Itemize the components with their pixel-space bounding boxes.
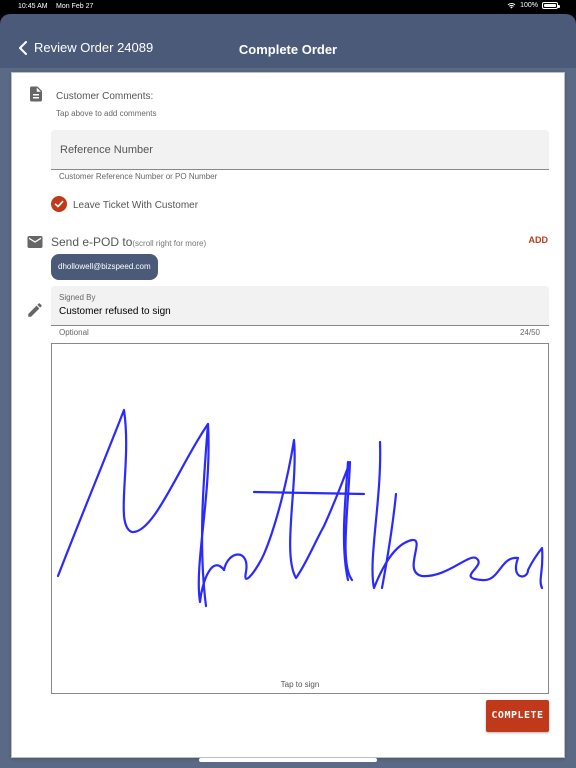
tap-to-sign-hint: Tap to sign (280, 680, 320, 689)
customer-comments-button[interactable]: Customer Comments: (56, 91, 153, 102)
checkmark-icon (54, 200, 64, 208)
send-epod-title: Send e-POD to(scroll right for more) (51, 235, 206, 249)
battery-icon (542, 2, 560, 9)
wifi-icon (507, 2, 516, 9)
home-indicator (199, 758, 377, 762)
comments-hint: Tap above to add comments (56, 109, 157, 118)
scroll-hint: (scroll right for more) (132, 239, 207, 248)
email-chip[interactable]: dhollowell@bizspeed.com (51, 254, 158, 280)
status-bar: 10:45 AM Mon Feb 27 100% (0, 0, 576, 14)
signed-by-value: Customer refused to sign (59, 306, 171, 317)
leave-ticket-checkbox[interactable] (51, 196, 67, 212)
status-indicators: 100% (507, 2, 560, 9)
send-epod-label: Send e-POD to (51, 235, 133, 249)
complete-button[interactable]: COMPLETE (486, 700, 549, 732)
reference-number-placeholder: Reference Number (60, 144, 153, 156)
navigation-bar: Review Order 24089 Complete Order (0, 14, 576, 68)
signed-by-helper: Optional (59, 328, 89, 337)
signature-drawing (56, 408, 544, 608)
reference-number-input[interactable]: Reference Number (51, 130, 549, 170)
signed-by-input[interactable]: Signed By Customer refused to sign (51, 286, 549, 326)
status-time: 10:45 AM (18, 3, 48, 10)
status-date: Mon Feb 27 (56, 3, 94, 10)
signature-pad[interactable]: Tap to sign (51, 343, 549, 694)
pencil-icon (28, 303, 42, 317)
signed-by-counter: 24/50 (519, 328, 540, 337)
battery-percent: 100% (520, 2, 538, 9)
document-icon (30, 86, 42, 102)
signed-by-label: Signed By (59, 293, 96, 302)
leave-ticket-label: Leave Ticket With Customer (73, 200, 199, 211)
add-email-button[interactable]: ADD (529, 235, 549, 245)
page-title: Complete Order (238, 42, 338, 57)
mail-icon (27, 236, 43, 248)
reference-number-helper: Customer Reference Number or PO Number (59, 172, 218, 181)
